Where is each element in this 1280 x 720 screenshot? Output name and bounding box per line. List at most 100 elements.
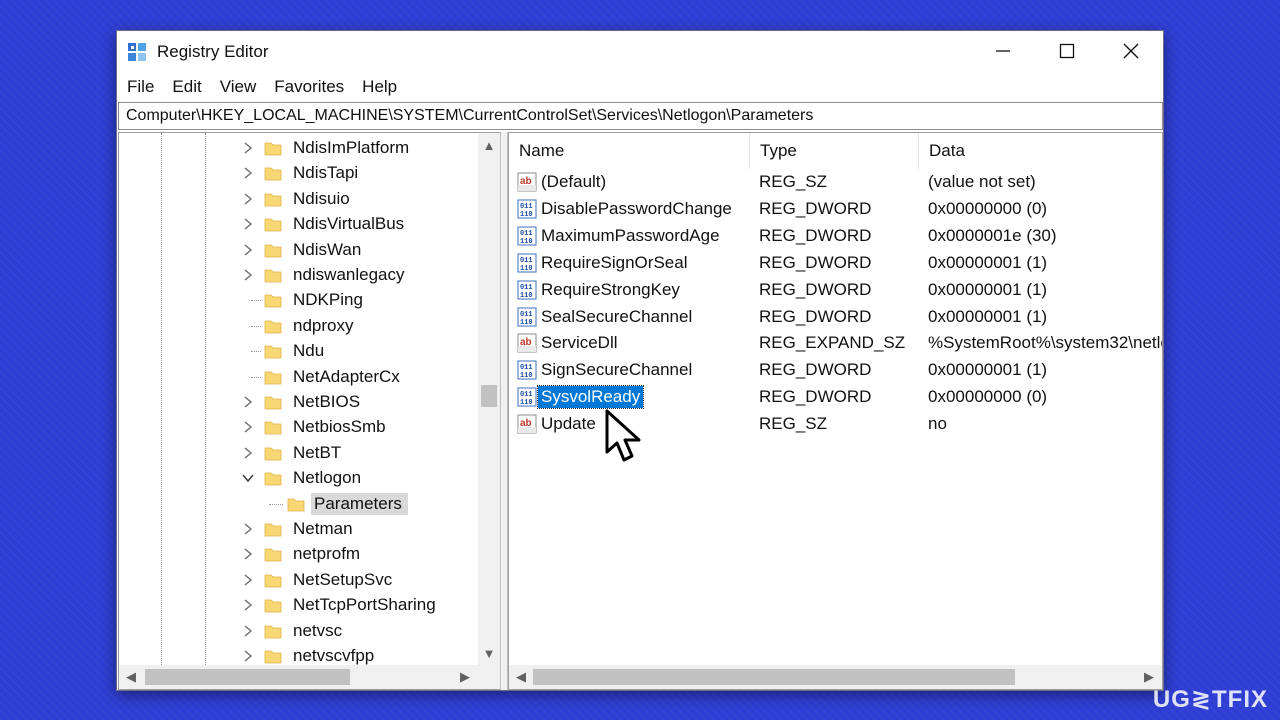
folder-icon [264, 545, 282, 563]
folder-icon [264, 342, 282, 360]
tree-guide-line [251, 351, 261, 353]
tree-item[interactable]: NetAdapterCx [119, 365, 479, 390]
chevron-right-icon[interactable] [241, 267, 255, 283]
chevron-right-icon[interactable] [241, 572, 255, 588]
tree-item[interactable]: Ndu [119, 339, 479, 364]
tree-item[interactable]: NdisVirtualBus [119, 212, 479, 237]
column-header-type[interactable]: Type [750, 133, 919, 169]
window-title: Registry Editor [157, 42, 269, 61]
tree-item[interactable]: netprofm [119, 542, 479, 567]
tree-item[interactable]: Parameters [119, 492, 479, 517]
scroll-right-arrow-icon[interactable]: ▶ [455, 667, 475, 687]
chevron-right-icon[interactable] [241, 191, 255, 207]
value-data: 0x00000001 (1) [928, 252, 1048, 272]
svg-text:110: 110 [520, 319, 533, 327]
maximize-icon [1059, 43, 1075, 59]
registry-value-row[interactable]: ab (Default) REG_SZ (value not set) [509, 169, 1162, 196]
registry-value-row[interactable]: 011 110 SealSecureChannel REG_DWORD 0x000000… [509, 304, 1162, 331]
tree-item[interactable]: Netlogon [119, 466, 479, 491]
tree-item-label: Netlogon [293, 468, 362, 488]
registry-value-row[interactable]: 011 110 RequireSignOrSeal REG_DWORD 0x000000… [509, 250, 1162, 277]
maximize-button[interactable] [1035, 31, 1099, 71]
chevron-right-icon[interactable] [241, 216, 255, 232]
tree-item-label: NetbiosSmb [293, 417, 386, 437]
registry-value-row[interactable]: ab ServiceDll REG_EXPAND_SZ %SystemRoot%\sy… [509, 330, 1162, 357]
binary-value-icon: 011 110 [517, 226, 537, 246]
tree-item[interactable]: ndiswanlegacy [119, 263, 479, 288]
close-button[interactable] [1099, 31, 1163, 71]
folder-icon [287, 495, 305, 513]
registry-value-row[interactable]: 011 110 SignSecureChannel REG_DWORD 0x000000… [509, 357, 1162, 384]
chevron-right-icon[interactable] [241, 394, 255, 410]
tree-item[interactable]: ndproxy [119, 314, 479, 339]
menu-view[interactable]: View [220, 77, 257, 97]
values-horizontal-scrollbar[interactable]: ◀ ▶ [509, 665, 1162, 689]
chevron-right-icon[interactable] [241, 546, 255, 562]
chevron-right-icon[interactable] [241, 419, 255, 435]
tree-item[interactable]: NetBIOS [119, 390, 479, 415]
svg-text:011: 011 [520, 311, 533, 319]
chevron-down-icon[interactable] [241, 470, 255, 486]
scroll-right-arrow-icon[interactable]: ▶ [1139, 667, 1159, 687]
menu-favorites[interactable]: Favorites [274, 77, 344, 97]
tree-item[interactable]: NetSetupSvc [119, 568, 479, 593]
registry-value-row[interactable]: 011 110 MaximumPasswordAge REG_DWORD 0x00000… [509, 223, 1162, 250]
tree-item[interactable]: Netman [119, 517, 479, 542]
registry-value-row[interactable]: 011 110 DisablePasswordChange REG_DWORD 0x00… [509, 196, 1162, 223]
value-data: 0x00000001 (1) [928, 306, 1048, 326]
folder-icon [264, 215, 282, 233]
value-type: REG_DWORD [759, 306, 872, 326]
tree-scroll-thumb[interactable] [481, 385, 497, 407]
svg-text:011: 011 [520, 391, 533, 399]
column-header-name[interactable]: Name [509, 133, 750, 169]
chevron-right-icon[interactable] [241, 165, 255, 181]
svg-text:011: 011 [520, 203, 533, 211]
chevron-right-icon[interactable] [241, 597, 255, 613]
scroll-down-arrow-icon[interactable]: ▼ [478, 643, 500, 663]
tree-item[interactable]: NDKPing [119, 288, 479, 313]
string-value-icon: ab [517, 333, 537, 353]
tree-guide-line [269, 503, 283, 505]
tree-item[interactable]: NdisWan [119, 238, 479, 263]
pane-splitter[interactable] [500, 132, 508, 690]
chevron-right-icon[interactable] [241, 140, 255, 156]
tree-item[interactable]: NetbiosSmb [119, 415, 479, 440]
svg-text:ab: ab [520, 337, 532, 348]
scroll-up-arrow-icon[interactable]: ▲ [478, 135, 500, 155]
scroll-left-arrow-icon[interactable]: ◀ [121, 667, 141, 687]
tree-horizontal-scrollbar[interactable]: ◀ ▶ [119, 665, 501, 689]
svg-text:011: 011 [520, 364, 533, 372]
menu-help[interactable]: Help [362, 77, 397, 97]
menu-file[interactable]: File [127, 77, 154, 97]
address-bar[interactable]: Computer\HKEY_LOCAL_MACHINE\SYSTEM\Curre… [118, 102, 1163, 130]
key-tree-pane[interactable]: NdisImPlatform NdisTapi Ndisuio NdisVirtual… [118, 132, 501, 690]
value-type: REG_DWORD [759, 198, 872, 218]
values-hscroll-thumb[interactable] [533, 669, 1015, 685]
tree-item[interactable]: NetTcpPortSharing [119, 593, 479, 618]
folder-icon [264, 266, 282, 284]
column-header-data[interactable]: Data [919, 133, 1162, 169]
tree-item[interactable]: Ndisuio [119, 187, 479, 212]
tree-item-label: NetBT [293, 442, 342, 462]
tree-item[interactable]: netvsc [119, 619, 479, 644]
tree-vertical-scrollbar[interactable]: ▲ ▼ [478, 133, 500, 665]
chevron-right-icon[interactable] [241, 623, 255, 639]
svg-text:011: 011 [520, 257, 533, 265]
tree-item[interactable]: NdisTapi [119, 161, 479, 186]
tree-item[interactable]: NetBT [119, 441, 479, 466]
chevron-right-icon[interactable] [241, 445, 255, 461]
menu-edit[interactable]: Edit [172, 77, 201, 97]
scroll-left-arrow-icon[interactable]: ◀ [511, 667, 531, 687]
value-name: (Default) [541, 172, 607, 191]
minimize-button[interactable] [971, 31, 1035, 71]
chevron-right-icon[interactable] [241, 648, 255, 664]
tree-hscroll-thumb[interactable] [145, 669, 350, 685]
tree-guide-line [251, 376, 261, 378]
title-bar[interactable]: Registry Editor [117, 31, 1163, 73]
svg-text:110: 110 [520, 399, 533, 407]
folder-icon [264, 291, 282, 309]
tree-item[interactable]: NdisImPlatform [119, 136, 479, 161]
chevron-right-icon[interactable] [241, 242, 255, 258]
registry-value-row[interactable]: 011 110 RequireStrongKey REG_DWORD 0x0000000… [509, 277, 1162, 304]
chevron-right-icon[interactable] [241, 521, 255, 537]
